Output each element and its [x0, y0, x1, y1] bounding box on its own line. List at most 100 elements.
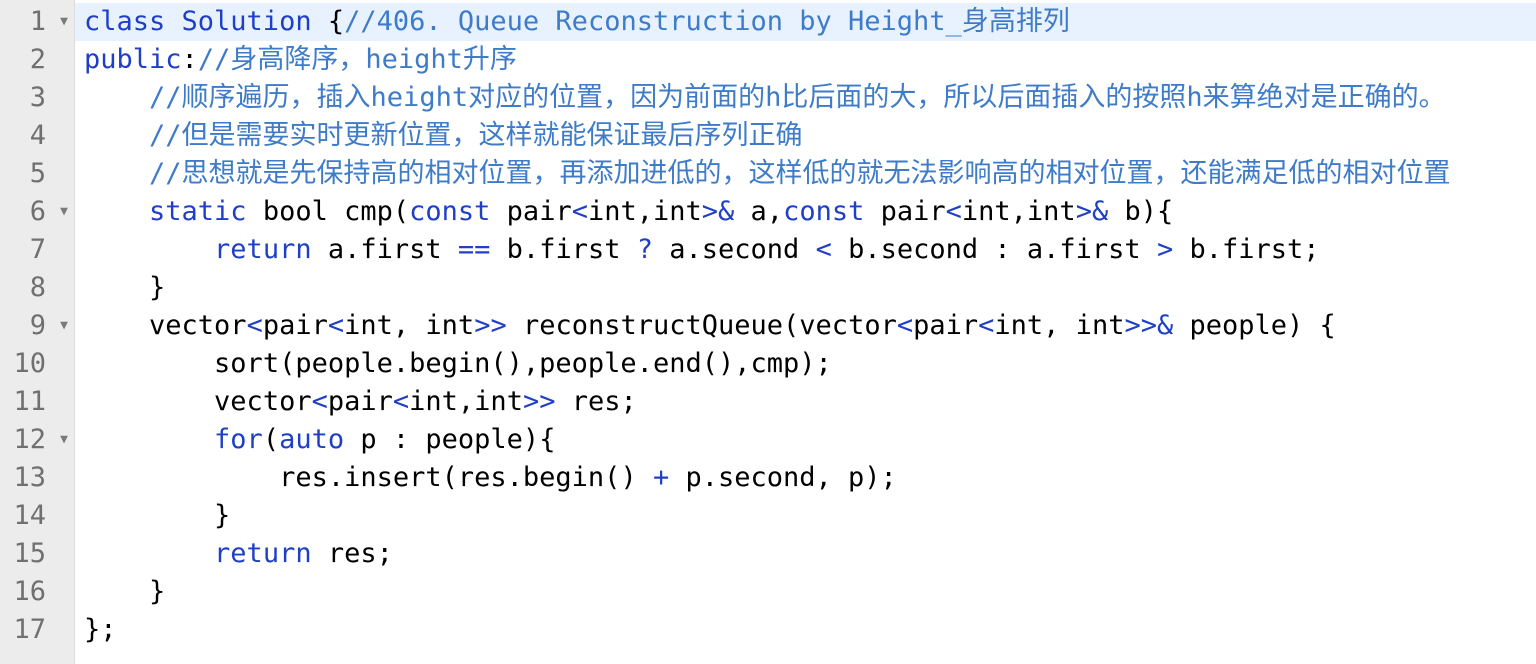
code-token: pair	[327, 386, 393, 417]
code-token: int,int	[587, 196, 702, 227]
line-number: 10	[13, 348, 46, 379]
code-line[interactable]: //但是需要实时更新位置，这样就能保证最后序列正确	[75, 117, 1536, 155]
gutter-row: 14	[0, 497, 74, 535]
code-token: <	[392, 386, 410, 417]
code-token: p : people){	[344, 424, 556, 455]
gutter-row: 17	[0, 611, 74, 649]
code-line[interactable]: //思想就是先保持高的相对位置，再添加进低的，这样低的就无法影响高的相对位置，还…	[75, 155, 1536, 193]
gutter-row: 6 ▼	[0, 193, 74, 231]
code-token: pair	[913, 310, 979, 341]
code-line[interactable]: return res;	[75, 535, 1536, 573]
code-comment: //顺序遍历，插入height对应的位置，因为前面的h比后面的大，所以后面插入的…	[149, 82, 1446, 113]
code-token: >>&	[1124, 310, 1174, 341]
code-keyword: const	[783, 196, 865, 227]
code-line[interactable]: };	[75, 611, 1536, 649]
line-number: 15	[13, 538, 46, 569]
code-keyword: public	[84, 44, 182, 75]
line-number: 13	[13, 462, 46, 493]
code-line[interactable]: }	[75, 269, 1536, 307]
code-line[interactable]: static bool cmp(const pair<int,int>& a,c…	[75, 193, 1536, 231]
code-token: bool cmp(	[246, 196, 410, 227]
line-number: 9	[29, 310, 46, 341]
code-token: (	[262, 424, 280, 455]
fold-arrow-icon[interactable]: ▼	[60, 3, 68, 41]
code-keyword: static	[149, 196, 247, 227]
line-number: 3	[29, 82, 46, 113]
gutter-row: 9 ▼	[0, 307, 74, 345]
code-token: int, int	[344, 310, 475, 341]
code-area[interactable]: class Solution {//406. Queue Reconstruct…	[75, 0, 1536, 664]
line-number: 5	[29, 158, 46, 189]
code-token: b){	[1108, 196, 1174, 227]
fold-arrow-icon[interactable]: ▼	[60, 193, 68, 231]
code-comment: //思想就是先保持高的相对位置，再添加进低的，这样低的就无法影响高的相对位置，还…	[149, 158, 1451, 189]
code-keyword: class Solution	[84, 6, 328, 37]
line-number: 4	[29, 120, 46, 151]
code-token: <	[978, 310, 995, 341]
gutter-row: 2	[0, 41, 74, 79]
code-line[interactable]: vector<pair<int,int>> res;	[75, 383, 1536, 421]
code-token: <	[327, 310, 345, 341]
line-number: 12	[13, 424, 46, 455]
gutter-row: 1 ▼	[0, 3, 74, 41]
gutter-row: 16	[0, 573, 74, 611]
fold-arrow-icon[interactable]: ▼	[60, 307, 68, 345]
code-token: people) {	[1173, 310, 1336, 341]
gutter-row: 4	[0, 117, 74, 155]
code-line[interactable]: return a.first == b.first ? a.second < b…	[75, 231, 1536, 269]
code-token: ==	[457, 234, 491, 265]
code-token: >>	[474, 310, 507, 341]
gutter-row: 15	[0, 535, 74, 573]
code-token: b.first	[490, 234, 637, 265]
code-token: vector	[214, 386, 312, 417]
code-token: res;	[311, 538, 393, 569]
code-keyword: return	[214, 234, 312, 265]
code-token: pair	[262, 310, 328, 341]
code-token: ?	[636, 234, 653, 265]
line-number: 1	[29, 6, 46, 37]
code-token: +	[652, 462, 670, 493]
gutter-row: 11	[0, 383, 74, 421]
code-token: a,	[734, 196, 784, 227]
gutter-row: 8	[0, 269, 74, 307]
code-token: <	[571, 196, 588, 227]
code-token: b.second : a.first	[831, 234, 1157, 265]
code-line[interactable]: }	[75, 573, 1536, 611]
code-comment: //406. Queue Reconstruction by Height_身高…	[344, 6, 1070, 37]
code-token: pair	[490, 196, 572, 227]
code-line[interactable]: res.insert(res.begin() + p.second, p);	[75, 459, 1536, 497]
code-line[interactable]: class Solution {//406. Queue Reconstruct…	[75, 3, 1536, 41]
line-number: 7	[29, 234, 46, 265]
code-token: >	[1156, 234, 1174, 265]
code-line[interactable]: for(auto p : people){	[75, 421, 1536, 459]
code-token: };	[84, 614, 117, 645]
line-number: 16	[13, 576, 46, 607]
line-number: 6	[29, 196, 46, 227]
code-line[interactable]: }	[75, 497, 1536, 535]
line-number: 17	[13, 614, 46, 645]
code-line[interactable]: //顺序遍历，插入height对应的位置，因为前面的h比后面的大，所以后面插入的…	[75, 79, 1536, 117]
code-line[interactable]: public://身高降序，height升序	[75, 41, 1536, 79]
code-line[interactable]: sort(people.begin(),people.end(),cmp);	[75, 345, 1536, 383]
gutter-row: 3	[0, 79, 74, 117]
code-token: >>	[522, 386, 556, 417]
code-token: res;	[555, 386, 637, 417]
code-token: a.first	[311, 234, 458, 265]
gutter-row: 5	[0, 155, 74, 193]
code-editor[interactable]: 1 ▼ 2 3 4 5 6 ▼ 7 8 9 ▼ 10 11 12 ▼ 13 14 15 16 17 class Solu…	[0, 0, 1536, 664]
gutter-row: 12 ▼	[0, 421, 74, 459]
code-token: }	[214, 500, 231, 531]
fold-arrow-icon[interactable]: ▼	[60, 421, 68, 459]
code-token: :	[181, 44, 198, 75]
gutter-row: 13	[0, 459, 74, 497]
code-token: a.second	[653, 234, 816, 265]
code-line[interactable]: vector<pair<int, int>> reconstructQueue(…	[75, 307, 1536, 345]
